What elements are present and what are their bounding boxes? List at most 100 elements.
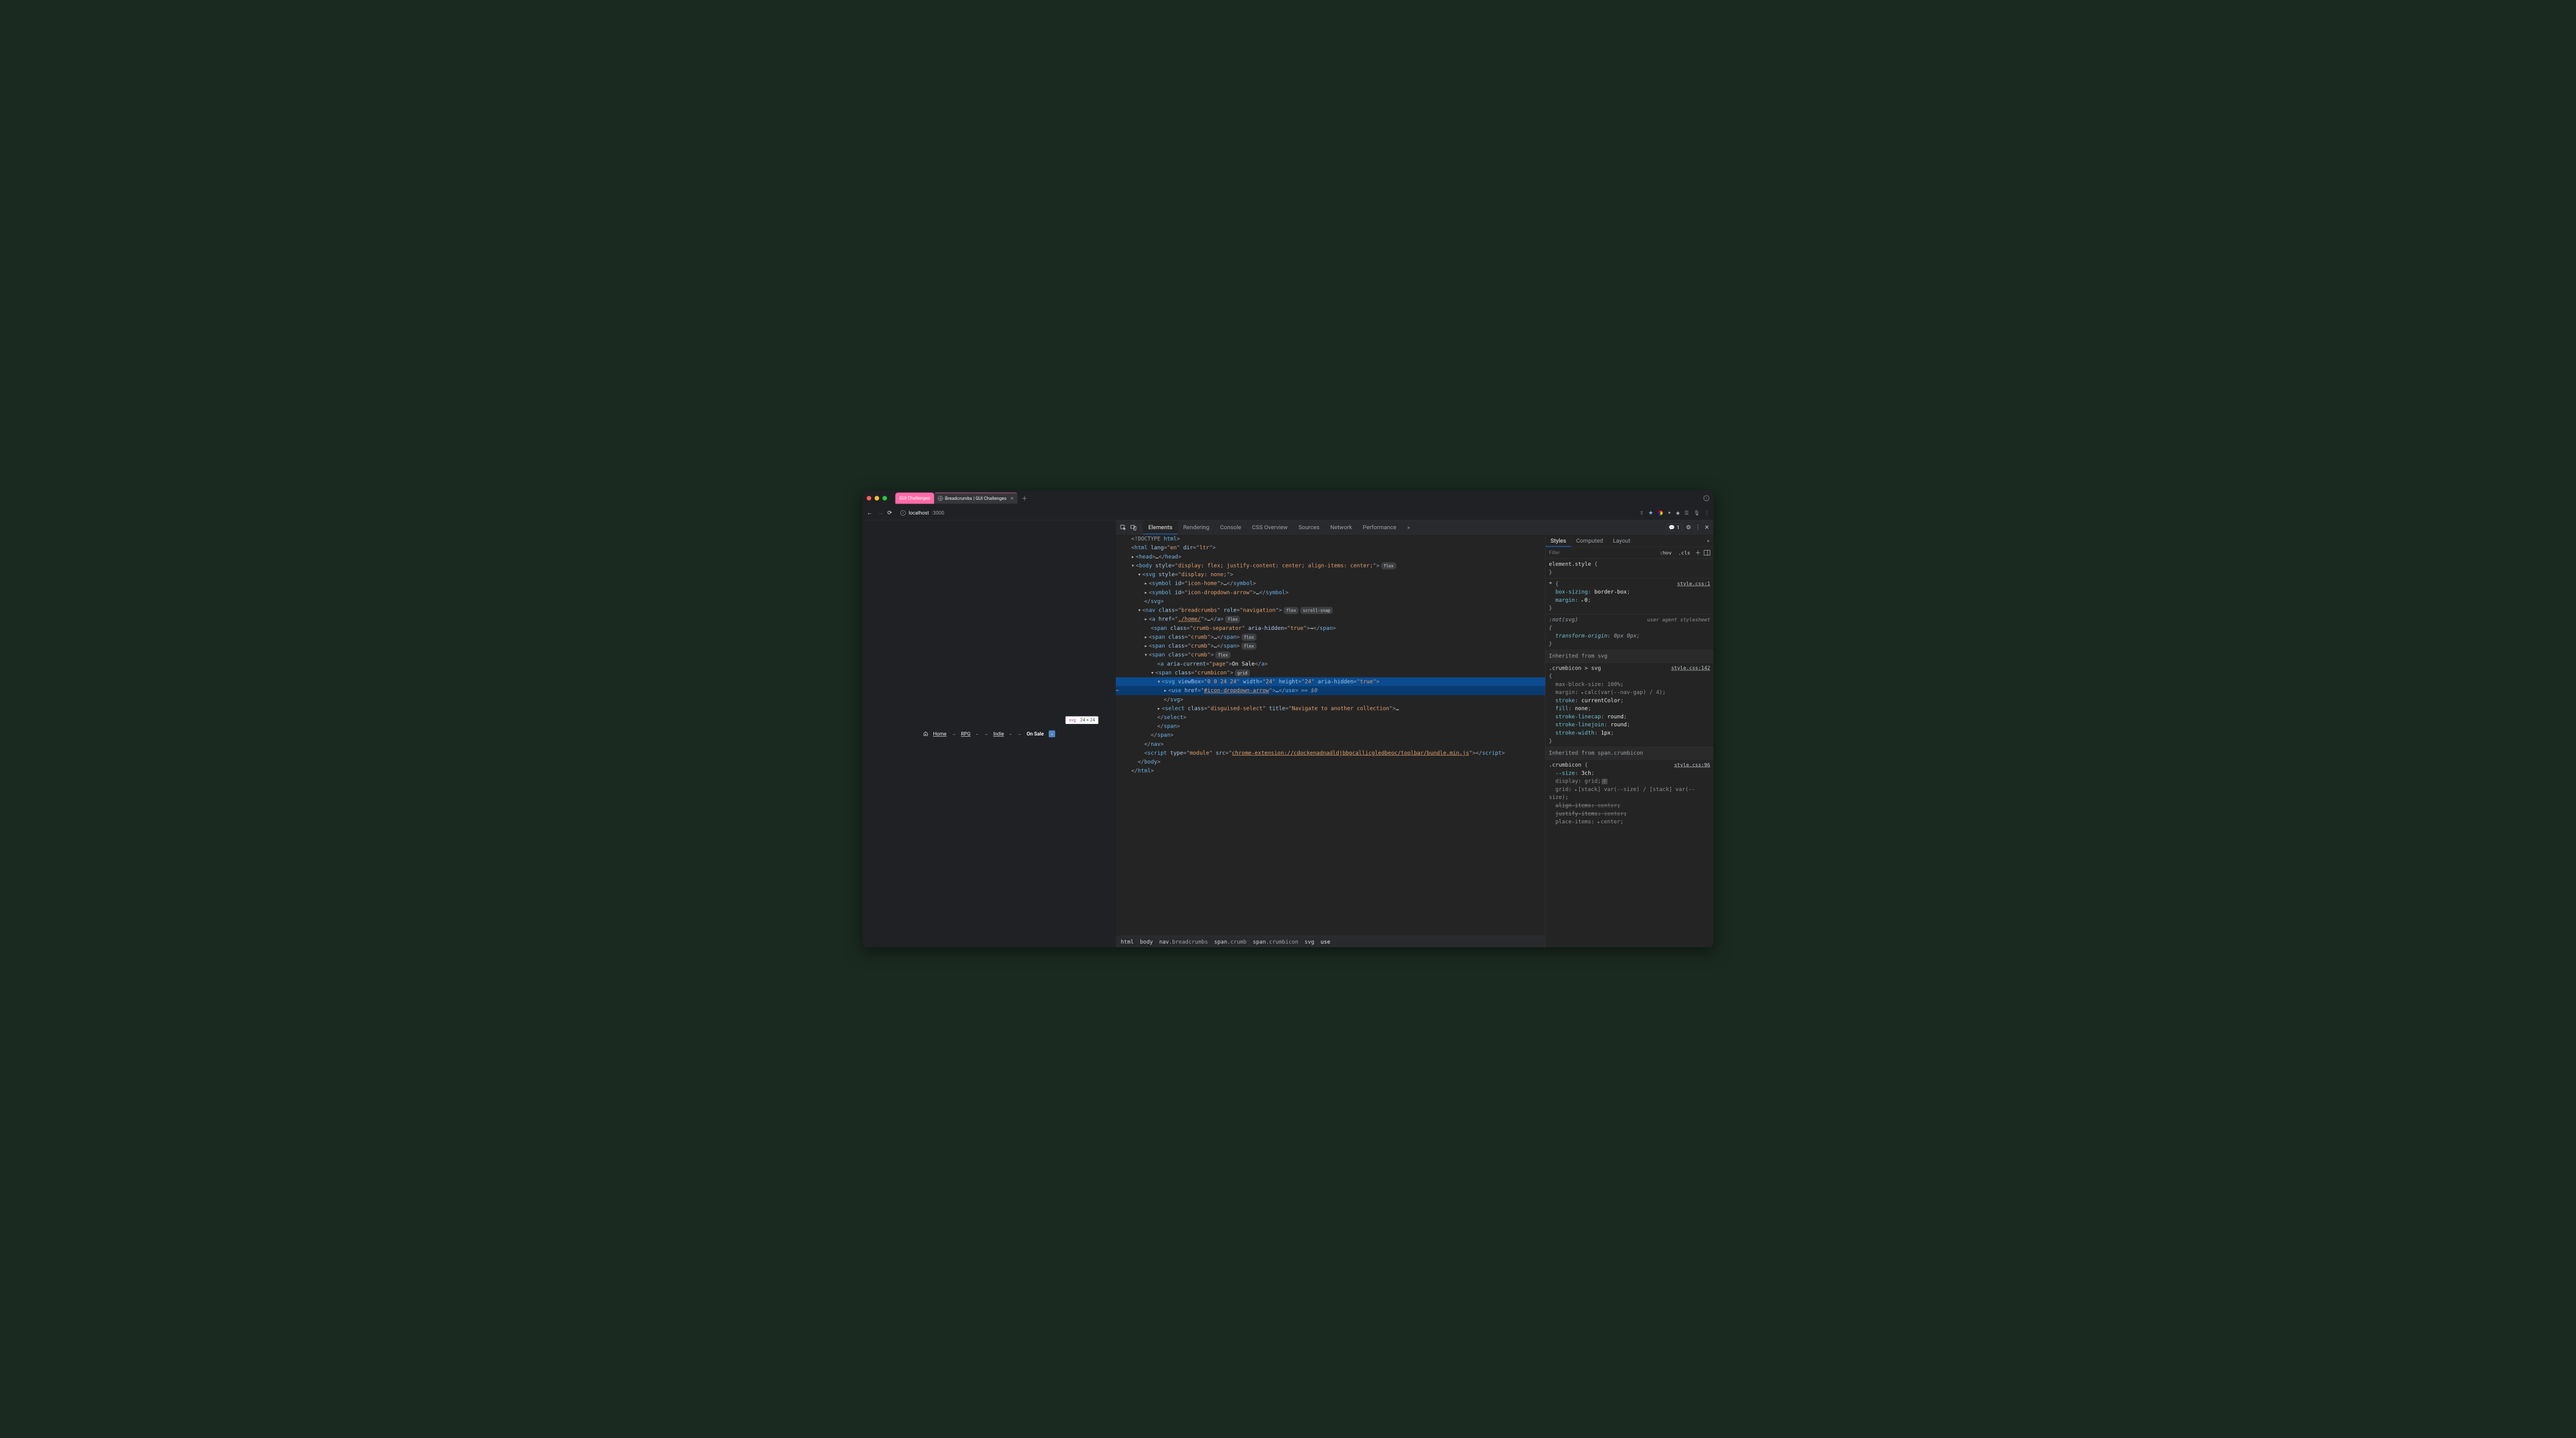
styles-panel: Styles Computed Layout » :hov .cls ＋ xyxy=(1546,535,1713,947)
computed-panel-toggle-icon[interactable] xyxy=(1704,550,1710,555)
bc-html: html xyxy=(1121,939,1134,945)
tab-strip: GUI Challenges Breadcrumbs | GUI Challen… xyxy=(895,493,1704,504)
inspect-element-icon[interactable] xyxy=(1120,524,1126,530)
styles-tab-layout[interactable]: Layout xyxy=(1608,535,1635,547)
settings-gear-icon[interactable]: ⚙ xyxy=(1686,524,1691,530)
titlebar-right: ⋮ xyxy=(1704,495,1710,501)
styles-tab-computed[interactable]: Computed xyxy=(1571,535,1608,547)
elements-panel: <!DOCTYPE html> <html lang="en" dir="ltr… xyxy=(1116,535,1546,947)
close-tab-icon[interactable]: ✕ xyxy=(1010,496,1014,501)
devtools-tab-rendering[interactable]: Rendering xyxy=(1178,521,1214,535)
nav-arrows: ← → xyxy=(867,510,883,516)
tab-label: Breadcrumbs | GUI Challenges xyxy=(945,496,1007,501)
site-info-icon[interactable]: i xyxy=(900,510,906,516)
home-icon xyxy=(923,731,928,736)
devtools-tab-css-overview[interactable]: CSS Overview xyxy=(1246,521,1293,535)
crumb-home[interactable]: Home xyxy=(933,731,946,737)
window-controls xyxy=(867,496,887,500)
devtools-tab-sources[interactable]: Sources xyxy=(1293,521,1325,535)
devtools-tab-network[interactable]: Network xyxy=(1325,521,1357,535)
close-window-button[interactable] xyxy=(867,496,871,500)
inspect-icons xyxy=(1120,524,1141,530)
tooltip-dimensions: 24 × 24 xyxy=(1080,718,1095,723)
address-bar: ← → ⟳ i localhost:3000 ⇧ ★ ✦ ◆ ☰ 🎙 ⋮ xyxy=(863,505,1713,520)
issues-badge[interactable]: 💬 1 xyxy=(1666,524,1682,532)
page-viewport: svg 24 × 24 Home → RPG ⌄ → Indie ⌄ → On … xyxy=(863,520,1116,947)
devtools-close-icon[interactable]: ✕ xyxy=(1704,524,1709,530)
tab-gui-challenges[interactable]: GUI Challenges xyxy=(895,493,935,504)
devtools-menu-icon[interactable]: ⋮ xyxy=(1695,524,1701,530)
forward-button[interactable]: → xyxy=(877,510,883,516)
extension-icon-2[interactable]: ◆ xyxy=(1676,510,1680,516)
styles-filter-input[interactable] xyxy=(1549,550,1654,556)
devtools-right: 💬 1 ⚙ ⋮ ✕ xyxy=(1666,524,1709,532)
share-icon[interactable]: ⇧ xyxy=(1640,510,1644,516)
ua-label: user agent stylesheet xyxy=(1647,616,1710,623)
titlebar: GUI Challenges Breadcrumbs | GUI Challen… xyxy=(863,491,1713,505)
new-style-rule-icon[interactable]: ＋ xyxy=(1695,549,1701,557)
rule-crumbicon: style.css:96 .crumbicon { --size: 3ch; d… xyxy=(1546,759,1713,828)
grid-badge-icon[interactable] xyxy=(1602,779,1607,784)
rule-crumbicon-svg: style.css:142 .crumbicon > svg { max-blo… xyxy=(1546,663,1713,747)
reading-list-icon[interactable]: ☰ xyxy=(1684,510,1688,516)
bookmark-star-icon[interactable]: ★ xyxy=(1648,510,1653,516)
devtools-tabs: Elements Rendering Console CSS Overview … xyxy=(1143,521,1666,535)
bc-nav: nav.breadcrumbs xyxy=(1159,939,1208,945)
chevron-down-icon[interactable]: ⌄ xyxy=(975,732,979,736)
menu-icon[interactable]: ⋮ xyxy=(1704,510,1709,516)
devtools-tab-elements[interactable]: Elements xyxy=(1143,521,1178,535)
bc-span-crumbicon: span.crumbicon xyxy=(1253,939,1298,945)
bc-body: body xyxy=(1140,939,1152,945)
styles-tab-styles[interactable]: Styles xyxy=(1546,535,1571,547)
pseudo-hov-toggle[interactable]: :hov xyxy=(1658,549,1673,556)
devtools-tab-performance[interactable]: Performance xyxy=(1358,521,1402,535)
breadcrumbs: Home → RPG ⌄ → Indie ⌄ → On Sale ⌄ xyxy=(923,731,1055,737)
devtools: Elements Rendering Console CSS Overview … xyxy=(1116,520,1713,947)
inherited-from-crumbicon: Inherited from span.crumbicon xyxy=(1546,747,1713,759)
toolbar-icons: ⇧ ★ ✦ ◆ ☰ 🎙 ⋮ xyxy=(1640,510,1709,516)
url-host: localhost xyxy=(908,510,928,516)
rule-not-svg: user agent stylesheet :not(svg) { transf… xyxy=(1546,614,1713,650)
tab-breadcrumbs[interactable]: Breadcrumbs | GUI Challenges ✕ xyxy=(934,493,1017,504)
omnibox[interactable]: i localhost:3000 xyxy=(896,508,1635,518)
minimize-window-button[interactable] xyxy=(875,496,879,500)
browser-window: GUI Challenges Breadcrumbs | GUI Challen… xyxy=(863,491,1713,947)
styles-more-icon[interactable]: » xyxy=(1707,538,1713,544)
separator-icon: → xyxy=(983,731,988,737)
devtools-body: <!DOCTYPE html> <html lang="en" dir="ltr… xyxy=(1116,535,1713,947)
chevron-down-icon-selected[interactable]: ⌄ xyxy=(1049,731,1055,737)
separator-icon: → xyxy=(1017,731,1021,737)
device-toolbar-icon[interactable] xyxy=(1131,524,1137,530)
styles-rules[interactable]: element.style { } style.css:1 * { box-si… xyxy=(1546,558,1713,947)
rule-source-link[interactable]: style.css:142 xyxy=(1671,664,1710,671)
cls-toggle[interactable]: .cls xyxy=(1677,549,1692,556)
rule-source-link[interactable]: style.css:96 xyxy=(1674,761,1710,768)
profile-button[interactable]: ⋮ xyxy=(1704,495,1710,501)
styles-filter-bar: :hov .cls ＋ xyxy=(1546,547,1713,558)
bc-svg: svg xyxy=(1304,939,1314,945)
crumb-on-sale: On Sale xyxy=(1027,731,1044,737)
devtools-tab-console[interactable]: Console xyxy=(1215,521,1246,535)
tooltip-tag: svg xyxy=(1069,718,1076,723)
back-button[interactable]: ← xyxy=(867,510,873,516)
rule-element-style: element.style { } xyxy=(1546,558,1713,578)
extension-icon-3[interactable]: 🎙 xyxy=(1693,510,1699,516)
crumb-rpg[interactable]: RPG xyxy=(961,731,971,737)
rule-source-link[interactable]: style.css:1 xyxy=(1677,580,1710,587)
extension-icon-1[interactable] xyxy=(1658,510,1663,515)
globe-icon xyxy=(938,496,942,501)
rule-universal: style.css:1 * { box-sizing: border-box; … xyxy=(1546,578,1713,614)
bc-span-crumb: span.crumb xyxy=(1214,939,1246,945)
separator-icon: → xyxy=(952,731,956,737)
devtools-tab-more[interactable]: » xyxy=(1402,521,1415,535)
maximize-window-button[interactable] xyxy=(883,496,887,500)
chevron-down-icon[interactable]: ⌄ xyxy=(1009,732,1012,736)
reload-button[interactable]: ⟳ xyxy=(888,510,892,516)
issue-icon: 💬 xyxy=(1669,524,1675,530)
crumb-indie[interactable]: Indie xyxy=(993,731,1004,737)
content-split: svg 24 × 24 Home → RPG ⌄ → Indie ⌄ → On … xyxy=(863,520,1713,947)
dom-breadcrumb-path[interactable]: html body nav.breadcrumbs span.crumb spa… xyxy=(1116,936,1546,947)
extensions-icon[interactable]: ✦ xyxy=(1667,510,1671,516)
dom-tree[interactable]: <!DOCTYPE html> <html lang="en" dir="ltr… xyxy=(1116,535,1546,936)
new-tab-button[interactable]: ＋ xyxy=(1021,494,1027,502)
